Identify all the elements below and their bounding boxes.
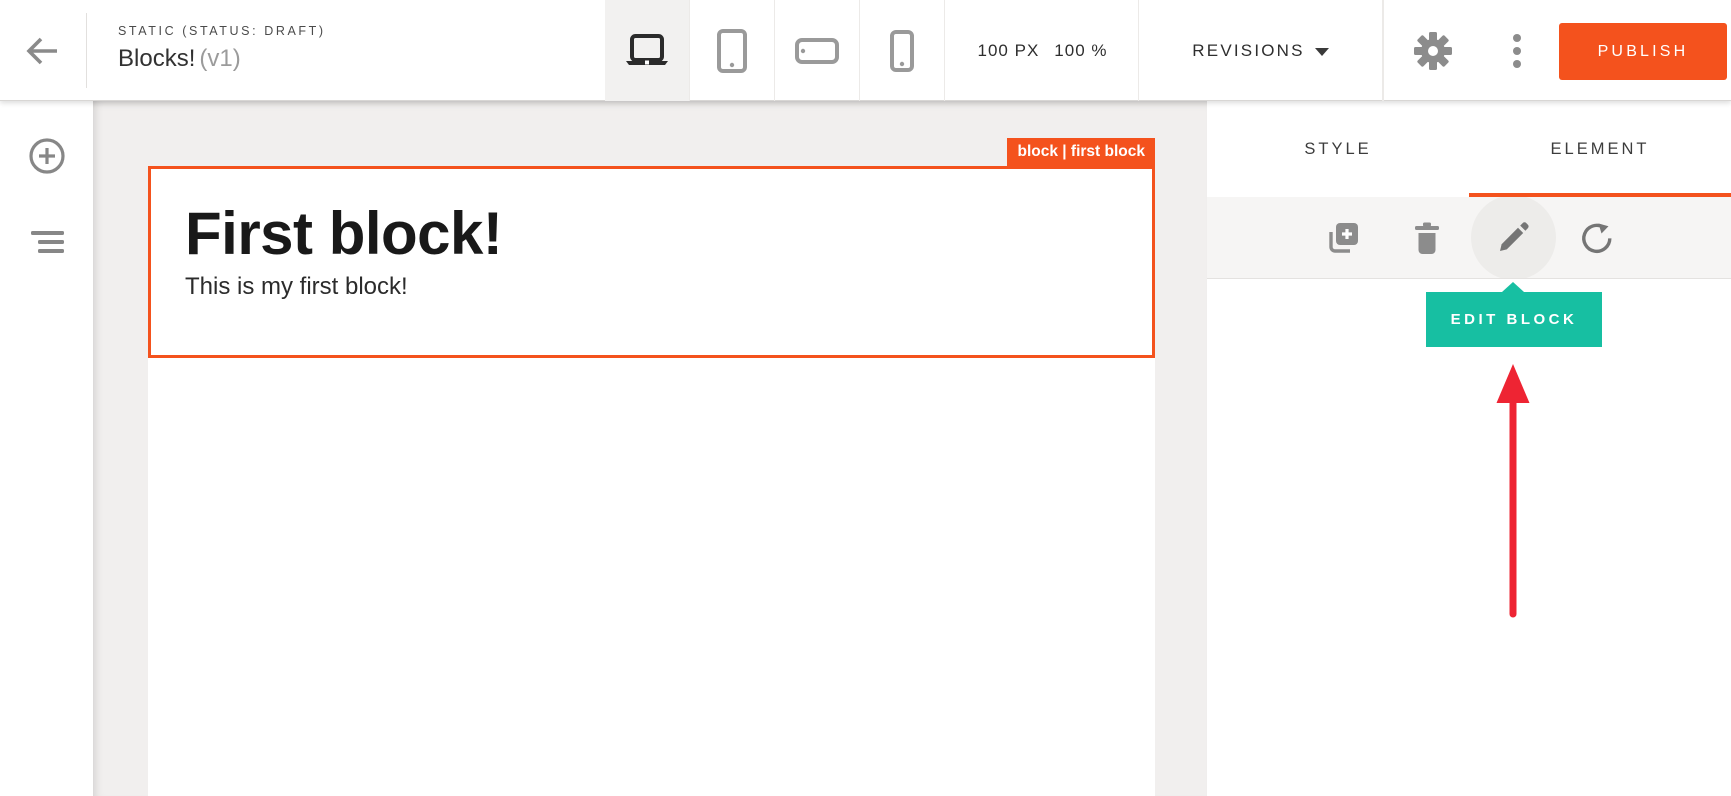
editor-canvas: block | first block First block! This is…	[93, 101, 1207, 796]
viewport-zoom-value: 100 %	[1054, 41, 1107, 61]
tablet-portrait-icon	[716, 29, 748, 73]
more-options-button[interactable]	[1495, 26, 1539, 76]
site-tree-button[interactable]	[22, 217, 72, 267]
publish-button[interactable]: PUBLISH	[1559, 23, 1727, 80]
back-button[interactable]	[18, 27, 68, 75]
viewport-width-value: 100 PX	[978, 41, 1040, 61]
page-title-group: STATIC (STATUS: DRAFT) Blocks!(v1)	[118, 24, 326, 73]
device-phone-button[interactable]	[860, 0, 945, 101]
tab-element[interactable]: ELEMENT	[1469, 101, 1731, 197]
inspector-panel: STYLE ELEMENT	[1207, 101, 1731, 796]
inspector-tabs: STYLE ELEMENT	[1207, 101, 1731, 197]
trash-icon	[1411, 221, 1443, 255]
block-paragraph: This is my first block!	[185, 273, 1112, 301]
tab-style[interactable]: STYLE	[1207, 101, 1469, 197]
site-tree-icon	[29, 230, 65, 254]
revisions-label: REVISIONS	[1192, 41, 1304, 61]
phone-icon	[889, 30, 915, 72]
viewport-size-indicator: 100 PX 100 %	[947, 0, 1139, 101]
settings-button[interactable]	[1406, 26, 1460, 76]
device-tablet-landscape-button[interactable]	[775, 0, 860, 101]
header-divider	[86, 13, 87, 88]
duplicate-button[interactable]	[1315, 210, 1371, 266]
chevron-down-icon	[1315, 48, 1329, 56]
reset-button[interactable]	[1569, 210, 1625, 266]
edit-block-tooltip: EDIT BLOCK	[1426, 292, 1602, 347]
edit-block-button[interactable]	[1485, 210, 1541, 266]
page-title: Blocks!(v1)	[118, 45, 326, 73]
app-window: STATIC (STATUS: DRAFT) Blocks!(v1)	[0, 0, 1731, 796]
add-circle-icon	[27, 136, 67, 176]
edit-pencil-icon	[1496, 221, 1530, 255]
refresh-icon	[1580, 221, 1614, 255]
selected-block-tag: block | first block	[1007, 138, 1155, 166]
laptop-icon	[623, 33, 671, 69]
delete-button[interactable]	[1399, 210, 1455, 266]
gear-icon	[1413, 31, 1453, 71]
add-element-button[interactable]	[22, 131, 72, 181]
element-toolbar	[1207, 197, 1731, 279]
header-divider	[1383, 0, 1384, 101]
page-version: (v1)	[199, 45, 240, 72]
annotation-arrow-up	[1488, 361, 1538, 621]
device-preview-switcher	[605, 0, 945, 101]
duplicate-icon	[1325, 220, 1361, 256]
page-title-text: Blocks!	[118, 45, 195, 72]
tooltip-label: EDIT BLOCK	[1451, 311, 1578, 328]
device-tablet-portrait-button[interactable]	[690, 0, 775, 101]
kebab-menu-icon	[1512, 33, 1522, 69]
device-desktop-button[interactable]	[605, 0, 690, 101]
arrow-left-icon	[24, 34, 62, 68]
tablet-landscape-icon	[795, 37, 839, 65]
revisions-dropdown[interactable]: REVISIONS	[1139, 0, 1383, 101]
left-sidebar	[0, 101, 93, 796]
top-toolbar: STATIC (STATUS: DRAFT) Blocks!(v1)	[0, 0, 1731, 101]
page-status: STATIC (STATUS: DRAFT)	[118, 24, 326, 38]
selected-block[interactable]: First block! This is my first block!	[148, 166, 1155, 358]
block-heading: First block!	[185, 203, 1112, 264]
